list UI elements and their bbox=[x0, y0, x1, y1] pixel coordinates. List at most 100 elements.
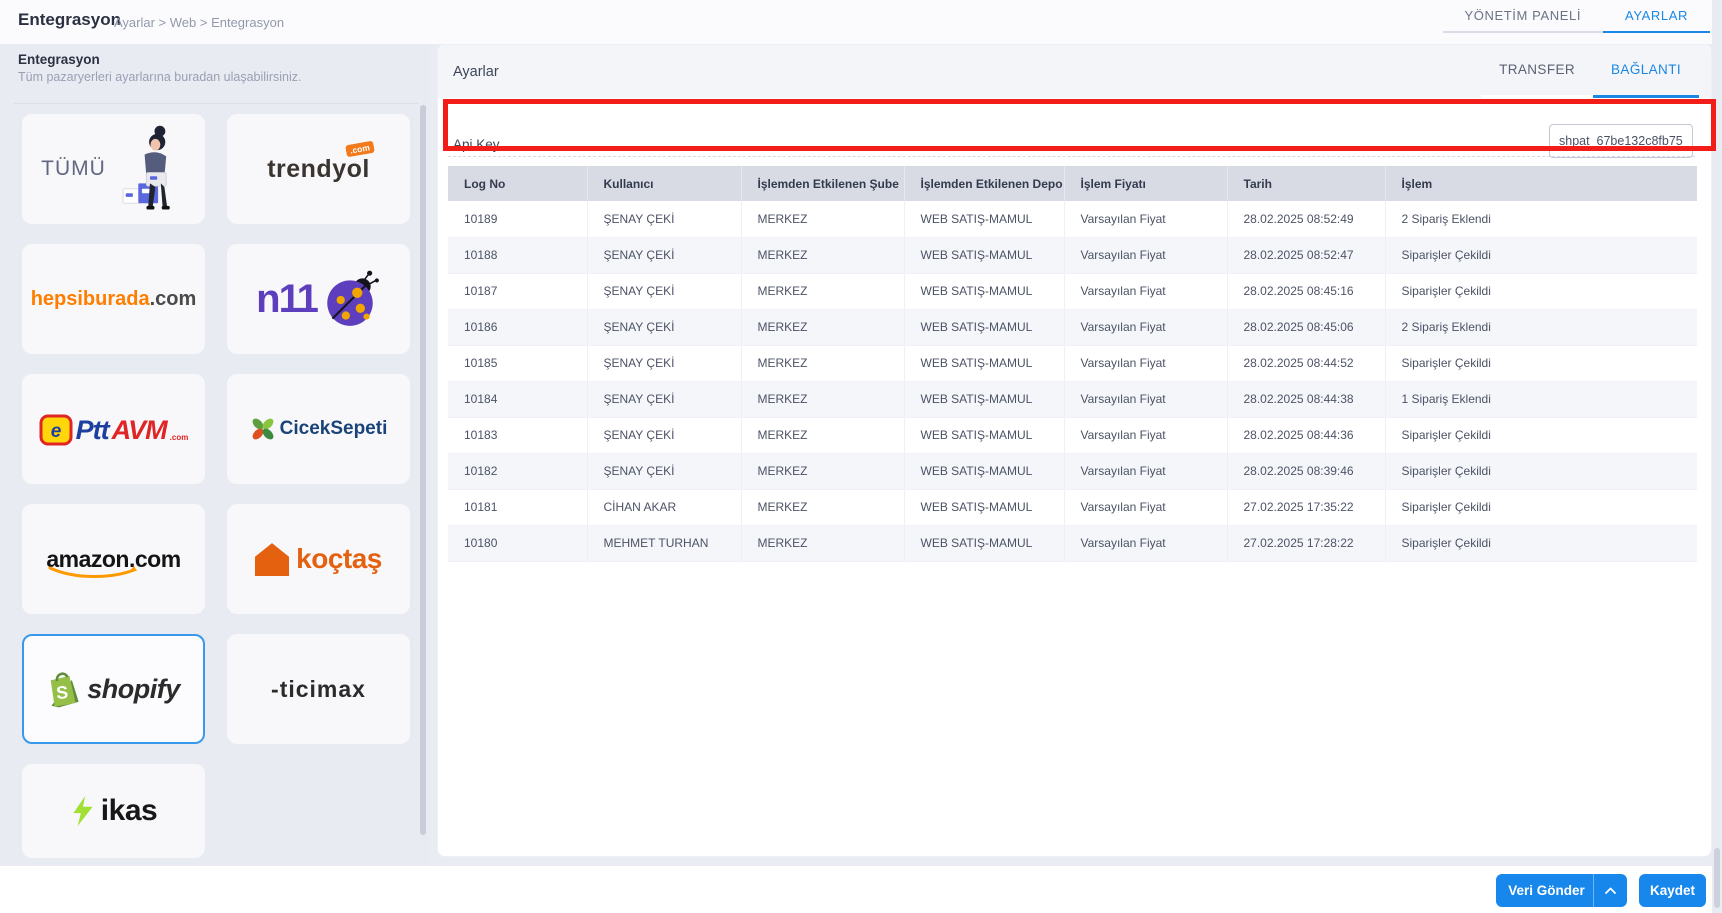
table-cell: 28.02.2025 08:52:49 bbox=[1227, 201, 1385, 237]
table-cell: Siparişler Çekildi bbox=[1385, 489, 1697, 525]
page-scrollbar[interactable] bbox=[1712, 0, 1722, 913]
api-key-input[interactable] bbox=[1549, 124, 1693, 158]
table-row: 10184ŞENAY ÇEKİMERKEZWEB SATIŞ-MAMULVars… bbox=[448, 381, 1697, 417]
pttavm-logo: e PttAVM .com bbox=[39, 412, 189, 446]
table-cell: MERKEZ bbox=[741, 453, 904, 489]
panel-tabs: TRANSFER BAĞLANTI bbox=[1481, 45, 1699, 98]
n11-logo-text: n11 bbox=[256, 277, 317, 322]
tile-ciceksepeti[interactable]: CicekSepeti bbox=[227, 374, 410, 484]
table-cell: WEB SATIŞ-MAMUL bbox=[904, 525, 1064, 561]
sidebar-scrollbar[interactable] bbox=[420, 105, 426, 835]
table-cell: Siparişler Çekildi bbox=[1385, 417, 1697, 453]
table-cell: ŞENAY ÇEKİ bbox=[587, 345, 741, 381]
table-cell: Siparişler Çekildi bbox=[1385, 453, 1697, 489]
sidebar-divider bbox=[14, 103, 418, 104]
table-row: 10181CİHAN AKARMERKEZWEB SATIŞ-MAMULVars… bbox=[448, 489, 1697, 525]
table-cell: MERKEZ bbox=[741, 309, 904, 345]
settings-panel: Ayarlar TRANSFER BAĞLANTI Api Key Log No… bbox=[437, 44, 1712, 857]
pttavm-com-suffix: .com bbox=[170, 433, 189, 446]
breadcrumb: Ayarlar > Web > Entegrasyon bbox=[114, 15, 284, 30]
table-cell: ŞENAY ÇEKİ bbox=[587, 201, 741, 237]
tab-transfer[interactable]: TRANSFER bbox=[1481, 45, 1593, 98]
table-row: 10185ŞENAY ÇEKİMERKEZWEB SATIŞ-MAMULVars… bbox=[448, 345, 1697, 381]
shopify-logo: S shopify bbox=[47, 670, 180, 708]
nav-yonetim-paneli[interactable]: YÖNETİM PANELİ bbox=[1443, 0, 1604, 33]
table-row: 10182ŞENAY ÇEKİMERKEZWEB SATIŞ-MAMULVars… bbox=[448, 453, 1697, 489]
table-row: 10189ŞENAY ÇEKİMERKEZWEB SATIŞ-MAMULVars… bbox=[448, 201, 1697, 237]
hepsiburada-logo-text: hepsiburada bbox=[31, 288, 150, 310]
page-scrollbar-thumb[interactable] bbox=[1714, 848, 1720, 908]
pttavm-bag-icon: e bbox=[39, 412, 73, 446]
svg-text:e: e bbox=[50, 421, 61, 442]
nav-ayarlar[interactable]: AYARLAR bbox=[1603, 0, 1710, 33]
tile-shopify[interactable]: S shopify bbox=[22, 634, 205, 744]
table-cell: ŞENAY ÇEKİ bbox=[587, 417, 741, 453]
sidebar: Entegrasyon Tüm pazaryerleri ayarlarına … bbox=[0, 44, 430, 865]
chevron-up-icon bbox=[1605, 887, 1616, 894]
table-cell: 10186 bbox=[448, 309, 587, 345]
table-cell: WEB SATIŞ-MAMUL bbox=[904, 453, 1064, 489]
table-cell: 28.02.2025 08:44:38 bbox=[1227, 381, 1385, 417]
table-cell: Varsayılan Fiyat bbox=[1064, 345, 1227, 381]
table-cell: Siparişler Çekildi bbox=[1385, 237, 1697, 273]
ciceksepeti-flower-icon bbox=[250, 416, 276, 442]
table-cell: WEB SATIŞ-MAMUL bbox=[904, 489, 1064, 525]
table-cell: Varsayılan Fiyat bbox=[1064, 237, 1227, 273]
api-key-label: Api Key bbox=[453, 137, 500, 152]
sidebar-title: Entegrasyon bbox=[18, 52, 100, 67]
table-cell: 2 Sipariş Eklendi bbox=[1385, 201, 1697, 237]
send-options-toggle[interactable] bbox=[1594, 887, 1627, 894]
table-cell: 10185 bbox=[448, 345, 587, 381]
tile-trendyol[interactable]: .com trendyol bbox=[227, 114, 410, 224]
tile-koctas[interactable]: koçtaş bbox=[227, 504, 410, 614]
table-cell: 10187 bbox=[448, 273, 587, 309]
table-column-header: İşlem Fiyatı bbox=[1064, 166, 1227, 201]
table-cell: 27.02.2025 17:35:22 bbox=[1227, 489, 1385, 525]
table-column-header: İşlemden Etkilenen Şube bbox=[741, 166, 904, 201]
ciceksepeti-logo: CicekSepeti bbox=[250, 416, 388, 442]
tab-baglanti[interactable]: BAĞLANTI bbox=[1593, 45, 1699, 98]
table-cell: Varsayılan Fiyat bbox=[1064, 273, 1227, 309]
top-nav: YÖNETİM PANELİ AYARLAR bbox=[1443, 0, 1710, 33]
table-cell: MERKEZ bbox=[741, 525, 904, 561]
table-cell: WEB SATIŞ-MAMUL bbox=[904, 309, 1064, 345]
table-column-header: İşlem bbox=[1385, 166, 1697, 201]
send-data-button[interactable]: Veri Gönder bbox=[1496, 874, 1627, 907]
table-cell: MERKEZ bbox=[741, 417, 904, 453]
ikas-logo: ikas bbox=[70, 794, 157, 828]
table-cell: ŞENAY ÇEKİ bbox=[587, 381, 741, 417]
table-cell: MEHMET TURHAN bbox=[587, 525, 741, 561]
table-cell: ŞENAY ÇEKİ bbox=[587, 309, 741, 345]
tumu-person-illustration bbox=[114, 123, 186, 215]
n11-logo: n11 bbox=[256, 268, 381, 330]
table-cell: 10183 bbox=[448, 417, 587, 453]
tile-pttavm[interactable]: e PttAVM .com bbox=[22, 374, 205, 484]
shopify-logo-text: shopify bbox=[87, 674, 180, 705]
table-cell: WEB SATIŞ-MAMUL bbox=[904, 273, 1064, 309]
koctas-house-icon bbox=[255, 542, 289, 576]
table-cell: MERKEZ bbox=[741, 489, 904, 525]
send-data-label: Veri Gönder bbox=[1496, 883, 1593, 898]
trendyol-logo: .com trendyol bbox=[267, 155, 370, 184]
save-button[interactable]: Kaydet bbox=[1639, 874, 1706, 907]
tile-ticimax[interactable]: ticimax bbox=[227, 634, 410, 744]
table-cell: Varsayılan Fiyat bbox=[1064, 453, 1227, 489]
table-header-row: Log NoKullanıcıİşlemden Etkilenen Şubeİş… bbox=[448, 166, 1697, 201]
table-cell: 10181 bbox=[448, 489, 587, 525]
table-cell: WEB SATIŞ-MAMUL bbox=[904, 417, 1064, 453]
table-cell: MERKEZ bbox=[741, 381, 904, 417]
tile-ikas[interactable]: ikas bbox=[22, 764, 205, 858]
table-cell: 10188 bbox=[448, 237, 587, 273]
tile-amazon[interactable]: amazon.com bbox=[22, 504, 205, 614]
table-row: 10186ŞENAY ÇEKİMERKEZWEB SATIŞ-MAMULVars… bbox=[448, 309, 1697, 345]
tile-tumu[interactable]: TÜMÜ bbox=[22, 114, 205, 224]
tile-n11[interactable]: n11 bbox=[227, 244, 410, 354]
table-row: 10188ŞENAY ÇEKİMERKEZWEB SATIŞ-MAMULVars… bbox=[448, 237, 1697, 273]
trendyol-logo-text: trendyol bbox=[267, 155, 370, 183]
shopify-bag-icon: S bbox=[47, 670, 81, 708]
tumu-label: TÜMÜ bbox=[41, 157, 106, 181]
tile-hepsiburada[interactable]: hepsiburada.com bbox=[22, 244, 205, 354]
table-cell: Siparişler Çekildi bbox=[1385, 525, 1697, 561]
table-cell: MERKEZ bbox=[741, 237, 904, 273]
table-cell: Varsayılan Fiyat bbox=[1064, 525, 1227, 561]
